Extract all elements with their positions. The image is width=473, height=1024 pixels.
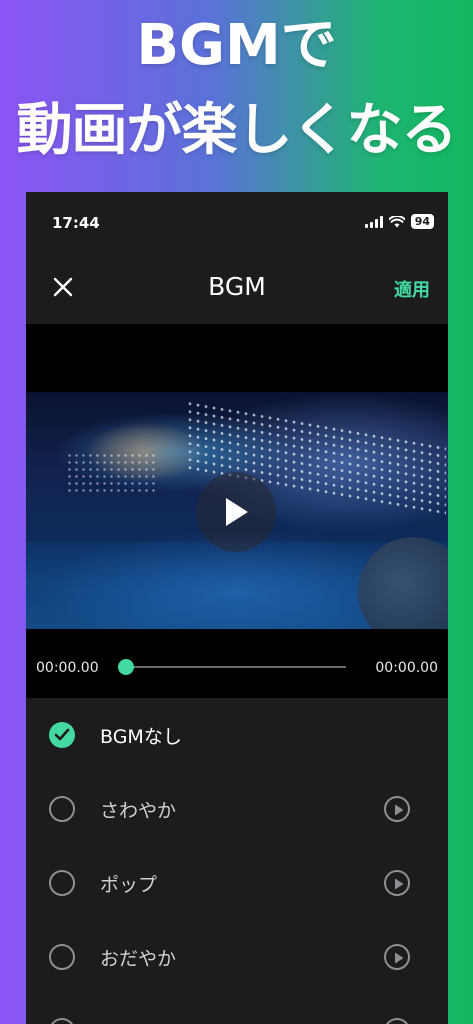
signal-icon	[364, 215, 383, 228]
radio-icon	[49, 1018, 75, 1024]
seek-track[interactable]	[126, 666, 346, 668]
current-time: 00:00.00	[36, 660, 99, 676]
checkmark-icon	[49, 722, 75, 748]
promo-line-1: BGMで	[136, 13, 337, 78]
bgm-option-label: ポップ	[100, 874, 158, 896]
play-preview-icon[interactable]	[384, 944, 410, 970]
bgm-option-odayaka[interactable]: おだやか	[26, 920, 448, 994]
play-icon	[226, 498, 248, 526]
bgm-option-label: BGMなし	[100, 726, 182, 748]
radio-icon	[49, 944, 75, 970]
promo-line-2: 動画が楽しくなる	[16, 98, 458, 163]
status-bar: 17:44 94	[26, 192, 448, 252]
video-thumbnail[interactable]	[26, 392, 448, 629]
apply-button[interactable]: 適用	[394, 276, 430, 302]
radio-icon	[49, 796, 75, 822]
bgm-option-label: おだやか	[100, 948, 177, 970]
total-time: 00:00.00	[375, 660, 438, 676]
phone-screen: 17:44 94 BGM 適用 00:00.00 00:00.00 BGMなし …	[26, 192, 448, 1024]
bgm-option-sawayaka[interactable]: さわやか	[26, 772, 448, 846]
wifi-icon	[388, 215, 405, 228]
status-time: 17:44	[52, 214, 100, 232]
bgm-option-label: さわやか	[100, 800, 177, 822]
bgm-option-none[interactable]: BGMなし	[26, 698, 448, 772]
play-button[interactable]	[196, 472, 276, 552]
status-icons: 94	[364, 214, 434, 229]
radio-icon	[49, 870, 75, 896]
bgm-option-pop[interactable]: ポップ	[26, 846, 448, 920]
bgm-option-partial[interactable]	[26, 994, 448, 1024]
nav-bar: BGM 適用	[26, 252, 448, 324]
promo-headline: BGMで 動画が楽しくなる	[0, 0, 473, 190]
bgm-list: BGMなし さわやか ポップ おだやか	[26, 698, 448, 1024]
seek-handle[interactable]	[118, 659, 134, 675]
page-title: BGM	[208, 272, 266, 301]
play-preview-icon[interactable]	[384, 796, 410, 822]
timeline: 00:00.00 00:00.00	[26, 630, 448, 698]
play-preview-icon[interactable]	[384, 1018, 410, 1024]
battery-icon: 94	[410, 214, 434, 229]
play-preview-icon[interactable]	[384, 870, 410, 896]
